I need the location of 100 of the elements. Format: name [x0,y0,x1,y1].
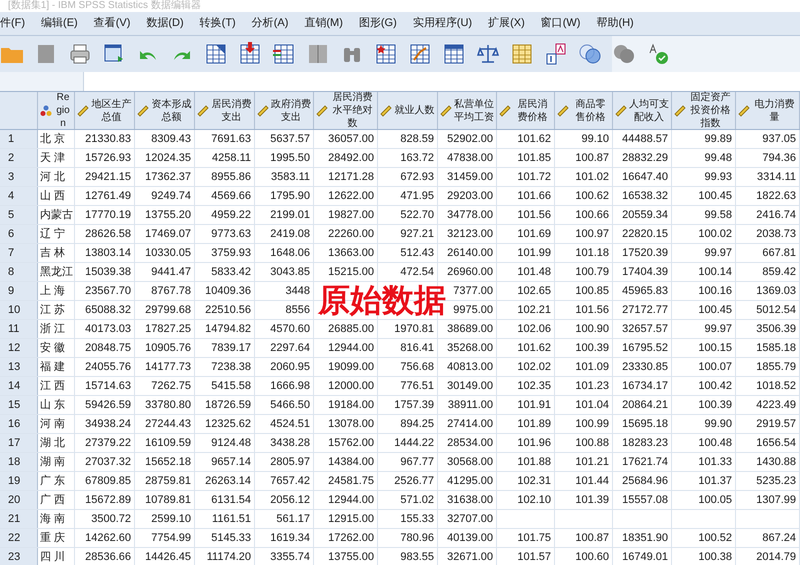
row-number[interactable]: 5 [0,206,38,224]
table-cell-text: 102.65 [517,284,551,299]
column-header[interactable]: 政府消费支出 [255,92,314,129]
table-cell-text: 101.72 [517,170,551,185]
table-cell-text: 6131.54 [211,492,251,508]
menu-item[interactable]: 直销(M) [304,15,343,32]
split-grid-icon[interactable] [306,42,330,66]
insert-row-icon[interactable] [238,42,262,66]
menu-item[interactable]: 编辑(E) [41,15,78,32]
table-cell-text: 99.10 [581,132,609,147]
circles-icon[interactable] [612,42,636,66]
chart-icon[interactable] [408,42,432,66]
table-cell-text: 19184.00 [328,398,374,413]
row-number[interactable]: 15 [0,396,38,414]
table-cell-text: 7691.63 [211,132,251,147]
row-number[interactable]: 1 [0,130,38,148]
row-number[interactable]: 21 [0,510,38,528]
table-cell-text: 重 庆 [40,530,66,546]
table-cell-text: 828.59 [400,132,434,147]
table-cell-text: 5415.58 [211,378,251,394]
menu-item[interactable]: 转换(T) [200,15,236,32]
table-cell-text: 1666.98 [270,378,310,394]
table-cell-text: 河 北 [40,170,66,185]
row-number[interactable]: 4 [0,187,38,205]
grid-star-icon[interactable] [374,42,398,66]
menu-item[interactable]: 数据(D) [146,15,184,32]
table-cell-text: 40173.03 [85,322,131,337]
row-number[interactable]: 13 [0,358,38,376]
row-number[interactable]: 8 [0,263,38,281]
column-label: 人均可支配收入 [629,98,669,124]
grid-arrow-icon[interactable] [204,42,228,66]
menu-item[interactable]: 实用程序(U) [412,15,472,32]
print-icon[interactable] [68,42,92,66]
table-cell-text: 2526.77 [394,474,434,489]
table-cell-text: 101.02 [575,170,609,185]
column-header[interactable]: 人均可支配收入 [613,92,672,129]
row-number[interactable]: 3 [0,168,38,186]
row-number[interactable]: 11 [0,320,38,338]
row-number[interactable]: 19 [0,472,38,490]
table-cell-text: 14177.73 [145,360,191,375]
menu-item[interactable]: 查看(V) [94,15,130,32]
menu-item[interactable]: 件(F) [0,15,26,32]
table-cell-text: 12325.62 [205,416,251,432]
menu-item[interactable]: 图形(G) [358,15,397,32]
table-cell-text: 7238.38 [211,360,251,375]
column-header[interactable]: 商品零售价格 [555,92,613,129]
cell-value-field[interactable] [84,72,800,91]
column-header[interactable]: 电力消费量 [736,92,800,129]
column-header[interactable]: Region [38,92,75,129]
row-number[interactable]: 22 [0,529,38,547]
table-cell-text: 101.62 [517,132,551,147]
column-header[interactable]: 地区生产总值 [75,92,135,129]
table-cell-text: 1430.88 [756,454,796,470]
table-cell-text: 24581.75 [328,474,374,489]
row-number[interactable]: 18 [0,453,38,471]
column-header[interactable]: 固定资产投资价格指数 [672,92,736,129]
column-header[interactable]: 居民消费水平绝对数 [314,92,378,129]
table-cell-text: 101.48 [517,264,551,280]
table-cell-text: 100.87 [575,530,609,546]
row-number[interactable]: 20 [0,491,38,509]
row-number[interactable]: 9 [0,282,38,300]
table-cell-text: 38689.00 [447,322,493,337]
table-cell-text: 江 西 [40,378,66,394]
menu-item[interactable]: 分析(A) [252,15,288,32]
row-number[interactable]: 17 [0,434,38,452]
column-header[interactable]: 私营单位平均工资 [438,92,497,129]
column-header[interactable]: 就业人数 [378,92,438,129]
table-cell-text: 福 建 [40,360,66,375]
row-number[interactable]: 12 [0,339,38,357]
table-icon[interactable] [442,42,466,66]
value-labels-icon[interactable] [544,42,568,66]
table-cell-text: 17770.19 [85,208,131,223]
column-header[interactable]: 居民消费支出 [195,92,255,129]
row-number[interactable]: 16 [0,415,38,433]
table-cell-text: 101.69 [517,226,551,242]
column-header[interactable]: 资本形成总额 [135,92,195,129]
insert-column-icon[interactable] [272,42,296,66]
row-number[interactable]: 10 [0,301,38,319]
table-cell-text: 4569.66 [211,188,251,204]
menu-item[interactable]: 窗口(W) [540,15,580,32]
row-number[interactable]: 14 [0,377,38,395]
menu-item[interactable]: 扩展(X) [488,15,525,32]
circles-icon[interactable] [578,42,602,66]
scales-icon[interactable] [476,42,500,66]
row-number[interactable]: 2 [0,149,38,167]
table-cell-text: 100.45 [698,188,732,204]
table-cell-text: 2038.73 [756,226,796,242]
column-header[interactable]: 居民消费价格 [497,92,555,129]
table-cell-text: 16109.59 [145,436,191,451]
table-cell-text: 101.89 [517,416,551,432]
table-cell-text: 25684.96 [622,474,668,489]
table-cell-text: 27172.77 [622,302,668,318]
menu-item[interactable]: 帮助(H) [596,15,634,32]
row-number[interactable]: 7 [0,244,38,262]
table-cell-text: 17621.74 [622,454,668,470]
table-cell-text: 101.56 [575,302,609,318]
row-number[interactable]: 23 [0,548,38,565]
table-cell-text: 浙 江 [40,322,66,337]
row-number[interactable]: 6 [0,225,38,243]
table-cell-text: 101.37 [698,474,732,489]
